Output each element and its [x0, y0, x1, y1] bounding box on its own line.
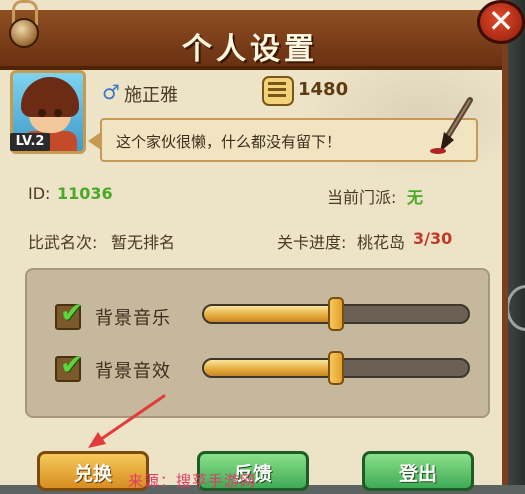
combat-power: 1480: [298, 79, 349, 100]
fist-icon: [262, 76, 294, 106]
sect-value: 无: [407, 188, 424, 207]
settings-dialog: 个人设置 LV.2 ♂ 施正雅 1480 这个家伙很懒，什么都没有留下！ ID:…: [0, 0, 508, 491]
music-volume-handle[interactable]: [328, 297, 344, 331]
sfx-volume-handle[interactable]: [328, 351, 344, 385]
stage-label: 关卡进度:: [277, 233, 347, 252]
dialog-title: 个人设置: [182, 32, 318, 67]
brush-edit-icon[interactable]: [430, 96, 480, 156]
avatar-eye: [38, 109, 46, 117]
logout-button[interactable]: 登出: [362, 451, 474, 491]
rank-label: 比武名次:: [28, 233, 98, 252]
sfx-volume-fill: [204, 360, 336, 376]
title-bar: 个人设置: [0, 10, 502, 70]
music-label: 背景音乐: [95, 308, 171, 329]
stage-name: 桃花岛: [357, 233, 406, 252]
avatar-hair: [21, 77, 79, 117]
level-badge: LV.2: [10, 133, 50, 151]
signature-box[interactable]: 这个家伙很懒，什么都没有留下！: [100, 118, 478, 162]
rank-value: 暂无排名: [111, 233, 176, 252]
music-volume-fill: [204, 306, 336, 322]
checkmark-icon: ✔: [60, 296, 84, 329]
avatar-eye: [54, 109, 62, 117]
signature-text: 这个家伙很懒，什么都没有留下！: [116, 133, 342, 151]
close-button[interactable]: ✕: [477, 0, 525, 44]
player-name: 施正雅: [124, 85, 178, 106]
sfx-label: 背景音效: [95, 361, 171, 382]
id-value: 11036: [57, 184, 113, 203]
stage-progress: 3/30: [413, 229, 453, 248]
sect-label: 当前门派:: [327, 188, 397, 207]
music-checkbox[interactable]: ✔: [55, 296, 83, 330]
male-icon: ♂: [102, 80, 120, 104]
pin-icon: [9, 18, 39, 48]
checkmark-icon: ✔: [60, 348, 84, 381]
watermark-caption: 来源：搜苹手游网: [128, 472, 257, 490]
id-label: ID:: [28, 184, 51, 203]
annotation-arrow-icon: [88, 394, 166, 448]
sfx-checkbox[interactable]: ✔: [55, 348, 83, 382]
